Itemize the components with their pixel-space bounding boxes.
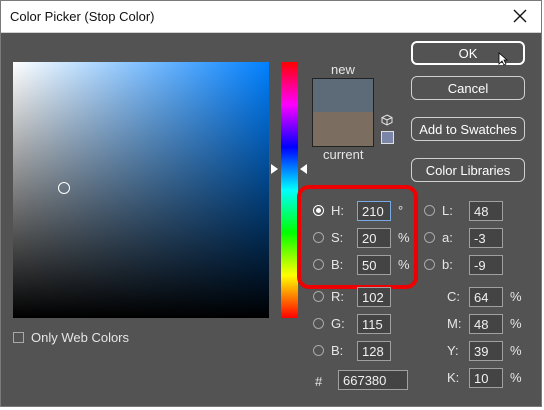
cyan-unit: % (510, 289, 522, 304)
hue-slider-right-arrow[interactable] (300, 164, 307, 174)
cube-icon[interactable] (381, 113, 393, 131)
window-title: Color Picker (Stop Color) (10, 9, 155, 24)
blue-input[interactable]: 128 (357, 341, 391, 361)
hex-input[interactable]: 667380 (338, 370, 408, 390)
hue-slider[interactable] (281, 62, 298, 318)
color-libraries-button[interactable]: Color Libraries (411, 158, 525, 182)
web-safe-color-swatch[interactable] (381, 131, 394, 144)
new-color-swatch (312, 78, 374, 113)
green-radio[interactable] (313, 318, 324, 329)
b-channel-label: b: (442, 257, 453, 272)
add-to-swatches-button[interactable]: Add to Swatches (411, 117, 525, 141)
a-channel-radio[interactable] (424, 232, 435, 243)
mouse-cursor-icon (498, 52, 509, 71)
cyan-input[interactable]: 64 (469, 287, 503, 307)
lightness-input[interactable]: 48 (469, 201, 503, 221)
blue-radio[interactable] (313, 345, 324, 356)
magenta-unit: % (510, 316, 522, 331)
a-channel-input[interactable]: -3 (469, 228, 503, 248)
only-web-colors-checkbox[interactable] (13, 332, 24, 343)
magenta-label: M: (447, 316, 462, 331)
hex-hash-label: # (315, 374, 323, 389)
new-label: new (331, 62, 355, 77)
lightness-radio[interactable] (424, 205, 435, 216)
yellow-unit: % (510, 343, 522, 358)
hsb-highlight-box (297, 185, 418, 289)
title-bar: Color Picker (Stop Color) (1, 1, 541, 33)
yellow-label: Y: (447, 343, 459, 358)
cancel-button[interactable]: Cancel (411, 76, 525, 100)
yellow-input[interactable]: 39 (469, 341, 503, 361)
black-unit: % (510, 370, 522, 385)
saturation-brightness-field[interactable] (13, 62, 269, 318)
red-label: R: (331, 289, 344, 304)
current-label: current (323, 147, 364, 162)
current-color-swatch[interactable] (312, 112, 374, 147)
blue-label: B: (331, 343, 344, 358)
hue-slider-left-arrow[interactable] (271, 164, 278, 174)
red-input[interactable]: 102 (357, 287, 391, 307)
color-picker-dialog: Color Picker (Stop Color) new current OK… (0, 0, 542, 407)
red-radio[interactable] (313, 291, 324, 302)
b-channel-input[interactable]: -9 (469, 255, 503, 275)
only-web-colors-label: Only Web Colors (31, 330, 130, 345)
magenta-input[interactable]: 48 (469, 314, 503, 334)
black-input[interactable]: 10 (469, 368, 503, 388)
green-label: G: (331, 316, 345, 331)
close-icon[interactable] (509, 5, 531, 27)
b-channel-radio[interactable] (424, 259, 435, 270)
a-channel-label: a: (442, 230, 453, 245)
field-marker[interactable] (58, 182, 70, 194)
black-label: K: (447, 370, 460, 385)
green-input[interactable]: 115 (357, 314, 391, 334)
cyan-label: C: (447, 289, 460, 304)
lightness-label: L: (442, 203, 453, 218)
